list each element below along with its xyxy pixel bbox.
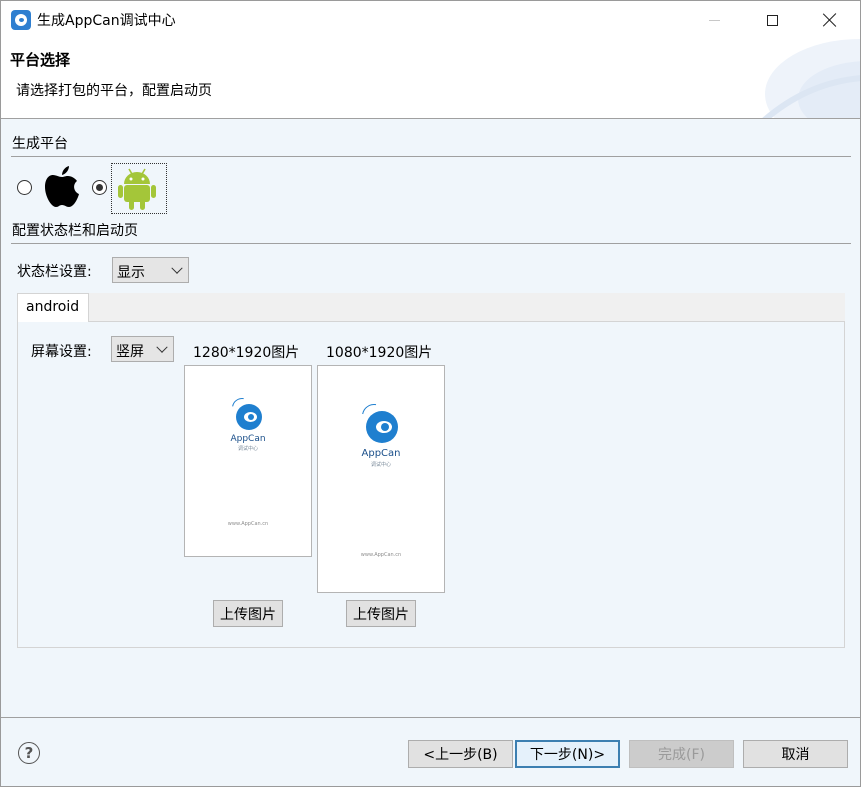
statusbar-label: 状态栏设置: [17, 264, 92, 280]
page-description: 请选择打包的平台，配置启动页 [16, 83, 212, 99]
app-icon [11, 10, 31, 30]
platform-section-label: 生成平台 [12, 136, 68, 152]
page-title: 平台选择 [10, 51, 71, 69]
apple-icon[interactable] [44, 166, 80, 208]
wizard-window: 生成AppCan调试中心 平台选择 请选择打包的平台，配置启动页 生成平台 配置… [0, 0, 861, 787]
statusbar-select-value: 显示 [117, 265, 145, 281]
android-icon[interactable] [118, 167, 156, 211]
upload-image-button-1280[interactable]: 上传图片 [213, 600, 283, 627]
image-caption-1080: 1080*1920图片 [326, 345, 433, 361]
logo-brand-name: AppCan [230, 434, 266, 444]
logo-subtitle: 调试中心 [370, 462, 391, 468]
title-bar: 生成AppCan调试中心 [1, 1, 860, 39]
appcan-logo-icon [236, 404, 262, 430]
header-decoration [762, 39, 860, 118]
cancel-button[interactable]: 取消 [743, 740, 848, 768]
statusbar-select[interactable]: 显示 [112, 257, 189, 283]
logo-url: www.AppCan.cn [227, 521, 269, 527]
config-section-divider [11, 243, 851, 244]
back-button[interactable]: <上一步(B) [408, 740, 513, 768]
splash-preview-1280: AppCan 调试中心 www.AppCan.cn [184, 365, 312, 557]
chevron-down-icon [171, 262, 183, 274]
logo-url: www.AppCan.cn [360, 552, 402, 558]
ios-radio[interactable] [17, 180, 32, 195]
platform-section-divider [11, 156, 851, 157]
window-title: 生成AppCan调试中心 [37, 13, 176, 29]
image-caption-1280: 1280*1920图片 [193, 345, 300, 361]
tab-strip [17, 293, 845, 322]
android-radio[interactable] [92, 180, 107, 195]
wizard-header: 平台选择 请选择打包的平台，配置启动页 [1, 39, 860, 119]
chevron-down-icon [156, 341, 168, 353]
maximize-button[interactable] [743, 1, 801, 39]
finish-button[interactable]: 完成(F) [629, 740, 734, 768]
appcan-logo-icon [366, 411, 398, 443]
footer-divider [1, 717, 860, 718]
next-button[interactable]: 下一步(N)> [515, 740, 620, 768]
minimize-button[interactable] [685, 1, 743, 39]
close-button[interactable] [801, 1, 859, 39]
logo-brand-name: AppCan [361, 448, 401, 459]
maximize-icon [766, 14, 778, 26]
minimize-icon [708, 19, 720, 21]
splash-preview-1080: AppCan 调试中心 www.AppCan.cn [317, 365, 445, 593]
upload-image-button-1080[interactable]: 上传图片 [346, 600, 416, 627]
help-icon[interactable]: ? [18, 742, 40, 764]
screen-orientation-select[interactable]: 竖屏 [111, 336, 174, 362]
logo-subtitle: 调试中心 [237, 446, 258, 452]
tab-android[interactable]: android [17, 293, 89, 322]
screen-orientation-value: 竖屏 [116, 344, 144, 360]
screen-orientation-label: 屏幕设置: [31, 344, 92, 360]
config-section-label: 配置状态栏和启动页 [12, 223, 138, 239]
close-icon [823, 13, 837, 27]
